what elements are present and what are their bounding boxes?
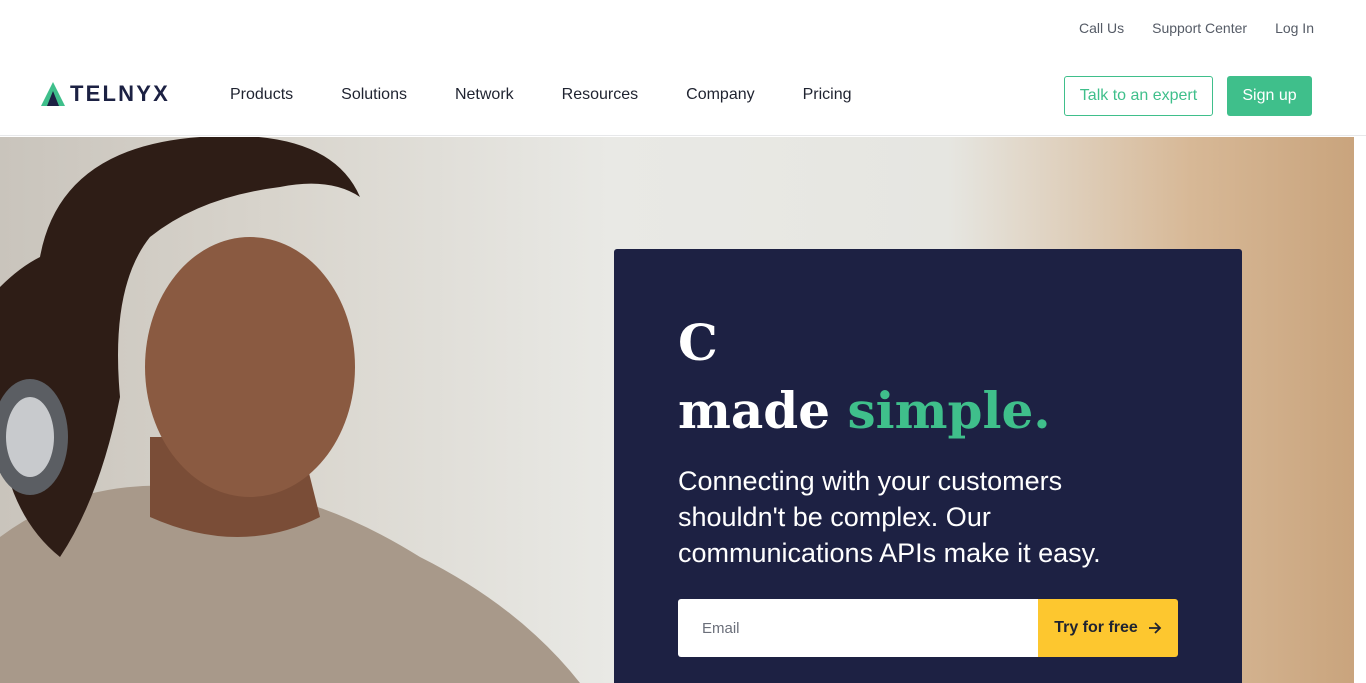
- telnyx-logo-icon: [41, 82, 65, 106]
- headline-plain-text: made: [678, 381, 848, 440]
- nav-item-pricing[interactable]: Pricing: [803, 86, 852, 104]
- call-us-link[interactable]: Call Us: [1079, 20, 1124, 36]
- hero-person-image: [0, 137, 580, 683]
- headline-line-2: made simple.: [678, 377, 1051, 445]
- logo-wordmark: TELNYX: [70, 81, 170, 106]
- main-navigation: TELNYX Products Solutions Network Resour…: [0, 56, 1366, 136]
- hero-subtext: Connecting with your customers shouldn't…: [678, 466, 1101, 568]
- hero-headline: C made simple.: [678, 309, 1051, 445]
- headline-accent-text: simple.: [847, 381, 1051, 440]
- utility-links: Call Us Support Center Log In: [1079, 20, 1314, 36]
- utility-bar: Call Us Support Center Log In: [0, 0, 1366, 56]
- nav-item-solutions[interactable]: Solutions: [341, 86, 407, 104]
- support-center-link[interactable]: Support Center: [1152, 20, 1247, 36]
- nav-item-resources[interactable]: Resources: [562, 86, 638, 104]
- email-input[interactable]: [678, 599, 1038, 657]
- try-for-free-label: Try for free: [1054, 619, 1138, 636]
- telnyx-logo[interactable]: TELNYX: [40, 81, 170, 107]
- page-scrollbar[interactable]: [1354, 137, 1366, 683]
- email-signup-form: Try for free: [678, 599, 1178, 657]
- hero-card: C made simple. Connecting with your cust…: [614, 249, 1242, 683]
- nav-item-company[interactable]: Company: [686, 86, 754, 104]
- arrow-right-icon: [1148, 622, 1162, 634]
- talk-to-expert-button[interactable]: Talk to an expert: [1064, 76, 1213, 116]
- sign-up-button[interactable]: Sign up: [1227, 76, 1312, 116]
- headline-line-1: C: [678, 313, 718, 372]
- nav-item-network[interactable]: Network: [455, 86, 514, 104]
- hero-section: C made simple. Connecting with your cust…: [0, 137, 1354, 683]
- nav-item-products[interactable]: Products: [230, 86, 293, 104]
- try-for-free-button[interactable]: Try for free: [1038, 599, 1178, 657]
- log-in-link[interactable]: Log In: [1275, 20, 1314, 36]
- nav-menu: Products Solutions Network Resources Com…: [230, 86, 852, 104]
